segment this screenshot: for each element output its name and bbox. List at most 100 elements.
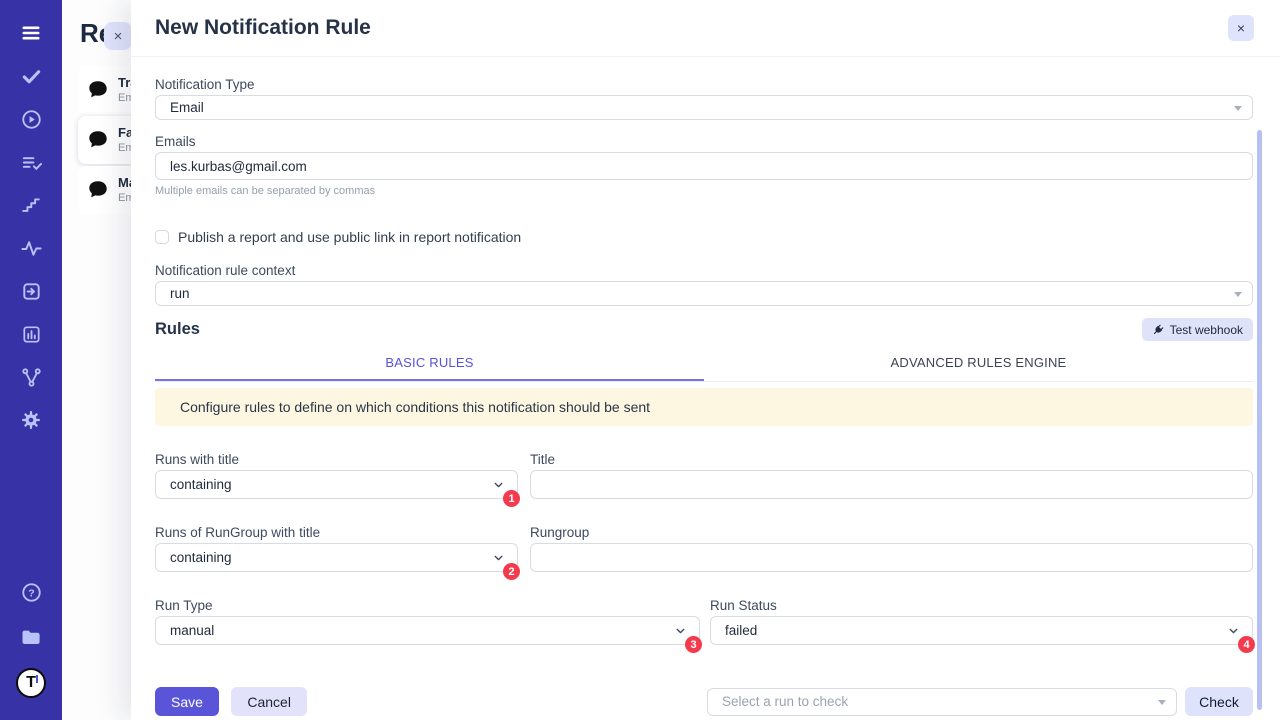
rule-context-select[interactable]: run xyxy=(155,281,1253,306)
activity-icon[interactable] xyxy=(19,236,43,260)
background-panel-close-button[interactable]: × xyxy=(104,22,131,50)
runs-with-title-label: Runs with title xyxy=(155,452,518,467)
run-status-cell: Run Status failed 4 xyxy=(710,598,1253,645)
notification-item-subtitle: Em xyxy=(118,191,131,205)
app-logo-letter: T xyxy=(26,674,36,692)
rungroup-title-cell: Runs of RunGroup with title containing 2 xyxy=(155,525,518,572)
runs-with-title-select[interactable]: containing 1 xyxy=(155,470,518,499)
notification-type-label: Notification Type xyxy=(155,77,1253,92)
notification-type-select[interactable]: Email xyxy=(155,95,1253,120)
bar-chart-icon[interactable] xyxy=(19,322,43,346)
tab-basic-rules[interactable]: BASIC RULES xyxy=(155,349,704,381)
task-list-icon[interactable] xyxy=(19,150,43,174)
notification-item-title: Fa xyxy=(118,125,131,141)
notification-type-value: Email xyxy=(156,100,204,115)
chat-bubble-icon xyxy=(87,179,109,201)
run-status-select[interactable]: failed 4 xyxy=(710,616,1253,645)
footer-left-actions: Save Cancel xyxy=(155,687,307,716)
run-type-cell: Run Type manual 3 xyxy=(155,598,700,645)
runs-with-title-value: containing xyxy=(156,477,232,492)
plug-icon xyxy=(1152,324,1164,336)
sign-in-icon[interactable] xyxy=(19,279,43,303)
check-icon[interactable] xyxy=(19,64,43,88)
rungroup-cell: Rungroup xyxy=(530,525,1253,572)
rungroup-label: Rungroup xyxy=(530,525,1253,540)
sidebar-nav xyxy=(19,21,43,432)
rungroup-with-title-value: containing xyxy=(156,550,232,565)
notification-list-item[interactable]: Tra Em xyxy=(78,66,131,114)
modal-scrollbar-thumb[interactable] xyxy=(1257,130,1262,710)
chat-bubble-icon xyxy=(87,79,109,101)
emails-input[interactable] xyxy=(156,153,1252,179)
sidebar: ? T xyxy=(0,0,62,720)
chevron-down-icon xyxy=(492,551,505,564)
rungroup-input[interactable] xyxy=(531,544,1252,571)
new-notification-rule-modal: New Notification Rule × Notification Typ… xyxy=(131,0,1280,720)
rule-row-3: Run Type manual 3 Run Status failed 4 xyxy=(155,598,1253,645)
notification-item-subtitle: Em xyxy=(118,141,131,155)
rule-badge-2: 2 xyxy=(503,563,520,580)
play-circle-icon[interactable] xyxy=(19,107,43,131)
modal-content: Notification Type Email Emails Multiple … xyxy=(131,57,1280,716)
rule-context-value: run xyxy=(156,286,190,301)
run-type-select[interactable]: manual 3 xyxy=(155,616,700,645)
publish-report-checkbox-label: Publish a report and use public link in … xyxy=(178,229,521,245)
title-label: Title xyxy=(530,452,1253,467)
rules-tabs: BASIC RULES ADVANCED RULES ENGINE xyxy=(155,349,1253,382)
settings-gear-icon[interactable] xyxy=(19,408,43,432)
rungroup-with-title-label: Runs of RunGroup with title xyxy=(155,525,518,540)
rungroup-field-wrap xyxy=(530,543,1253,572)
modal-close-button[interactable]: × xyxy=(1228,15,1254,41)
footer-right-actions: Select a run to check Check xyxy=(707,687,1253,716)
caret-down-icon xyxy=(1234,292,1242,297)
check-button[interactable]: Check xyxy=(1185,687,1253,716)
menu-icon[interactable] xyxy=(19,21,43,45)
rules-header-row: Rules Test webhook xyxy=(155,318,1253,341)
background-panel: Re × Tra Em Fa Em Ma Em xyxy=(62,0,131,720)
app-logo[interactable]: T xyxy=(16,668,46,698)
rule-badge-3: 3 xyxy=(685,636,702,653)
rule-badge-4: 4 xyxy=(1238,636,1255,653)
notification-item-title: Tra xyxy=(118,75,131,91)
test-webhook-label: Test webhook xyxy=(1170,323,1243,337)
emails-label: Emails xyxy=(155,134,1253,149)
app-root: ? T Re × Tra Em Fa Em xyxy=(0,0,1280,720)
modal-title: New Notification Rule xyxy=(155,16,371,40)
steps-icon[interactable] xyxy=(19,193,43,217)
rules-heading: Rules xyxy=(155,320,200,339)
title-input[interactable] xyxy=(531,471,1252,498)
rule-row-2: Runs of RunGroup with title containing 2… xyxy=(155,525,1253,572)
run-type-label: Run Type xyxy=(155,598,700,613)
chevron-down-icon xyxy=(492,478,505,491)
cancel-button[interactable]: Cancel xyxy=(231,687,307,716)
branch-icon[interactable] xyxy=(19,365,43,389)
title-field-wrap xyxy=(530,470,1253,499)
save-button[interactable]: Save xyxy=(155,687,219,716)
rules-info-banner: Configure rules to define on which condi… xyxy=(155,388,1253,426)
rule-badge-1: 1 xyxy=(503,490,520,507)
publish-report-checkbox-row[interactable]: Publish a report and use public link in … xyxy=(155,229,1253,245)
chat-bubble-icon xyxy=(87,129,109,151)
modal-header: New Notification Rule × xyxy=(131,0,1280,57)
caret-down-icon xyxy=(1234,106,1242,111)
notification-list-item[interactable]: Fa Em xyxy=(78,116,131,164)
run-to-check-placeholder: Select a run to check xyxy=(708,694,848,709)
notification-item-subtitle: Em xyxy=(118,91,131,105)
caret-down-icon xyxy=(1158,700,1166,705)
chevron-down-icon xyxy=(674,624,687,637)
docs-folder-icon[interactable] xyxy=(19,624,43,648)
run-to-check-select[interactable]: Select a run to check xyxy=(707,688,1177,716)
run-type-value: manual xyxy=(156,623,214,638)
publish-report-checkbox[interactable] xyxy=(155,230,169,244)
notification-item-title: Ma xyxy=(118,175,131,191)
help-icon[interactable]: ? xyxy=(19,580,43,604)
test-webhook-button[interactable]: Test webhook xyxy=(1142,318,1253,341)
emails-helper-text: Multiple emails can be separated by comm… xyxy=(155,185,1253,197)
svg-text:?: ? xyxy=(28,587,34,599)
chevron-down-icon xyxy=(1227,624,1240,637)
rungroup-with-title-select[interactable]: containing 2 xyxy=(155,543,518,572)
title-cell: Title xyxy=(530,452,1253,499)
notification-list-item[interactable]: Ma Em xyxy=(78,166,131,214)
tab-advanced-rules-engine[interactable]: ADVANCED RULES ENGINE xyxy=(704,349,1253,381)
rule-row-1: Runs with title containing 1 Title xyxy=(155,452,1253,499)
